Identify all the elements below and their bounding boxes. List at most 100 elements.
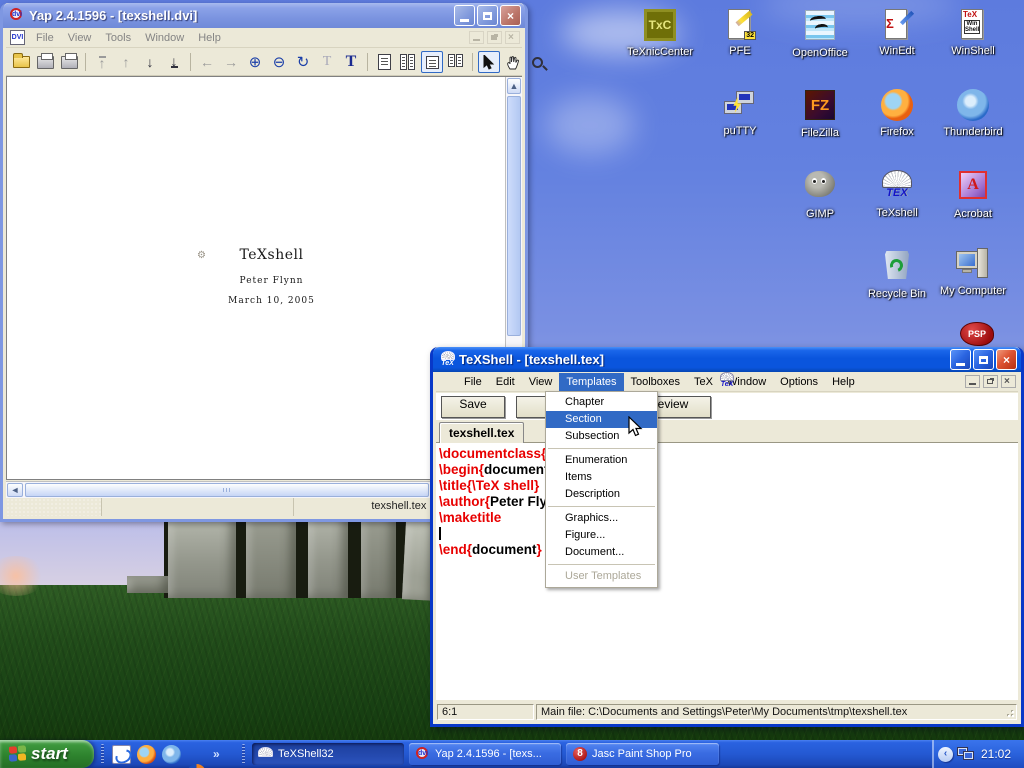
task-button-label: Yap 2.4.1596 - [texs... bbox=[435, 748, 542, 760]
zoom-in-button[interactable]: ⊕ bbox=[244, 51, 266, 73]
texshell-child-icon[interactable]: TeX bbox=[439, 374, 454, 389]
desktop-icon-pfe[interactable]: 32 PFE bbox=[701, 8, 779, 57]
minimize-button[interactable] bbox=[454, 5, 475, 26]
hand-tool-button[interactable] bbox=[502, 51, 524, 73]
icon-label: Firefox bbox=[858, 126, 936, 138]
menu-file[interactable]: File bbox=[29, 29, 61, 47]
refresh-icon: ↻ bbox=[297, 53, 310, 71]
quicklaunch-overflow-chevron[interactable]: » bbox=[213, 747, 220, 761]
menu-tools[interactable]: Tools bbox=[98, 29, 138, 47]
first-page-button[interactable]: ↑ bbox=[91, 51, 113, 73]
menu-item-figure[interactable]: Figure... bbox=[546, 527, 657, 544]
back-button[interactable]: ← bbox=[196, 51, 218, 73]
desktop-icon-winedt[interactable]: Σ WinEdt bbox=[858, 8, 936, 57]
texshell-titlebar[interactable]: TeX TeXShell - [texshell.tex] × bbox=[433, 347, 1021, 372]
last-page-button[interactable]: ↓ bbox=[163, 51, 185, 73]
facing-pages-icon bbox=[400, 54, 416, 70]
desktop-icon-firefox[interactable]: Firefox bbox=[858, 88, 936, 138]
start-button[interactable]: start bbox=[0, 740, 94, 768]
maximize-button[interactable] bbox=[477, 5, 498, 26]
child-close-button[interactable]: × bbox=[505, 31, 520, 44]
child-close-button[interactable]: × bbox=[1001, 375, 1016, 388]
print-button[interactable] bbox=[34, 51, 56, 73]
menu-window[interactable]: Window bbox=[138, 29, 191, 47]
desktop-icon-my-computer[interactable]: My Computer bbox=[934, 248, 1012, 297]
desktop-icon-filezilla[interactable]: FZ FileZilla bbox=[781, 88, 859, 139]
restore-button[interactable] bbox=[973, 349, 994, 370]
dvi-document-icon[interactable]: DVI bbox=[10, 30, 25, 45]
menu-view[interactable]: View bbox=[61, 29, 99, 47]
desktop-icon-openoffice[interactable]: OpenOffice bbox=[781, 8, 859, 59]
forward-button[interactable]: → bbox=[220, 51, 242, 73]
ruler-tool-button[interactable]: T bbox=[316, 51, 338, 73]
single-page-button[interactable] bbox=[373, 51, 395, 73]
desktop-icon-gimp[interactable]: GIMP bbox=[781, 168, 859, 220]
minimize-button[interactable] bbox=[950, 349, 971, 370]
main-file-status: Main file: C:\Documents and Settings\Pet… bbox=[536, 704, 1017, 720]
menu-item-description[interactable]: Description bbox=[546, 486, 657, 503]
magnify-tool-button[interactable] bbox=[526, 51, 548, 73]
menu-item-chapter[interactable]: Chapter bbox=[546, 394, 657, 411]
quicklaunch-handle[interactable] bbox=[101, 744, 104, 764]
child-restore-button[interactable] bbox=[983, 375, 998, 388]
icon-label: PFE bbox=[701, 45, 779, 57]
continuous-view-button[interactable] bbox=[421, 51, 443, 73]
scroll-up-button[interactable]: ▲ bbox=[507, 78, 521, 94]
menu-help[interactable]: Help bbox=[191, 29, 228, 47]
refresh-button[interactable]: ↻ bbox=[292, 51, 314, 73]
close-button[interactable]: × bbox=[996, 349, 1017, 370]
next-page-button[interactable]: ↓ bbox=[139, 51, 161, 73]
minimize-glyph bbox=[473, 39, 480, 41]
thunderbird-quicklaunch-icon[interactable] bbox=[162, 745, 181, 764]
media-player-quicklaunch-icon[interactable] bbox=[187, 764, 206, 768]
open-file-button[interactable] bbox=[10, 51, 32, 73]
resize-grip[interactable] bbox=[1003, 706, 1016, 719]
desktop-icon-winshell[interactable]: TeX WinShell WinShell bbox=[934, 8, 1012, 57]
tray-chevron[interactable]: ‹ bbox=[938, 747, 953, 762]
outlook-express-icon[interactable] bbox=[112, 745, 131, 764]
previous-page-button[interactable]: ↑ bbox=[115, 51, 137, 73]
save-button[interactable]: Save bbox=[441, 396, 505, 418]
desktop-icon-texshell[interactable]: TEX TeXshell bbox=[858, 168, 936, 219]
texshell-window-title: TeXShell - [texshell.tex] bbox=[459, 352, 950, 367]
desktop-icon-recycle-bin[interactable]: Recycle Bin bbox=[858, 248, 936, 300]
menu-item-graphics[interactable]: Graphics... bbox=[546, 510, 657, 527]
wallpaper-stonehenge bbox=[118, 514, 436, 600]
page-glyph bbox=[448, 54, 455, 67]
select-tool-button[interactable] bbox=[478, 51, 500, 73]
child-minimize-button[interactable] bbox=[469, 31, 484, 44]
editor-line: \end{document} bbox=[439, 542, 1018, 558]
menu-item-enumeration[interactable]: Enumeration bbox=[546, 452, 657, 469]
document-date: March 10, 2005 bbox=[189, 296, 354, 306]
yap-titlebar[interactable]: Yap 2.4.1596 - [texshell.dvi] × bbox=[3, 3, 525, 28]
desktop-icon-putty[interactable]: puTTY bbox=[701, 88, 779, 137]
text-tool-button[interactable]: T bbox=[340, 51, 362, 73]
minimize-glyph bbox=[460, 19, 469, 22]
desktop-icon-acrobat[interactable]: A Acrobat bbox=[934, 168, 1012, 220]
menu-item-document[interactable]: Document... bbox=[546, 544, 657, 561]
horizontal-scroll-thumb[interactable] bbox=[25, 483, 429, 497]
scroll-left-button[interactable]: ◄ bbox=[7, 483, 23, 497]
latex-command: \end{ bbox=[439, 542, 472, 557]
firefox-quicklaunch-icon[interactable] bbox=[137, 745, 156, 764]
printer-icon bbox=[61, 56, 78, 69]
continuous-facing-button[interactable] bbox=[445, 51, 467, 73]
taskbar-button-yap[interactable]: Yap 2.4.1596 - [texs... bbox=[409, 743, 561, 765]
child-minimize-button[interactable] bbox=[965, 375, 980, 388]
network-tray-icon[interactable] bbox=[957, 746, 975, 762]
print-setup-button[interactable] bbox=[58, 51, 80, 73]
vertical-scroll-thumb[interactable] bbox=[507, 96, 521, 336]
facing-pages-button[interactable] bbox=[397, 51, 419, 73]
taskbar-clock[interactable]: 21:02 bbox=[981, 747, 1011, 761]
desktop-icon-thunderbird[interactable]: Thunderbird bbox=[934, 88, 1012, 138]
taskband-handle[interactable] bbox=[242, 744, 245, 764]
texshell-editor[interactable]: \documentclass{article} \begin{document}… bbox=[436, 443, 1018, 700]
taskbar-button-texshell32[interactable]: TeXShell32 bbox=[252, 743, 404, 765]
tab-texshell-tex[interactable]: texshell.tex bbox=[439, 422, 524, 443]
menu-item-items[interactable]: Items bbox=[546, 469, 657, 486]
desktop-icon-texniccenter[interactable]: TxC TeXnicCenter bbox=[621, 8, 699, 58]
close-button[interactable]: × bbox=[500, 5, 521, 26]
zoom-out-button[interactable]: ⊖ bbox=[268, 51, 290, 73]
taskbar-button-paint-shop-pro[interactable]: 8 Jasc Paint Shop Pro bbox=[566, 743, 719, 765]
child-restore-button[interactable] bbox=[487, 31, 502, 44]
